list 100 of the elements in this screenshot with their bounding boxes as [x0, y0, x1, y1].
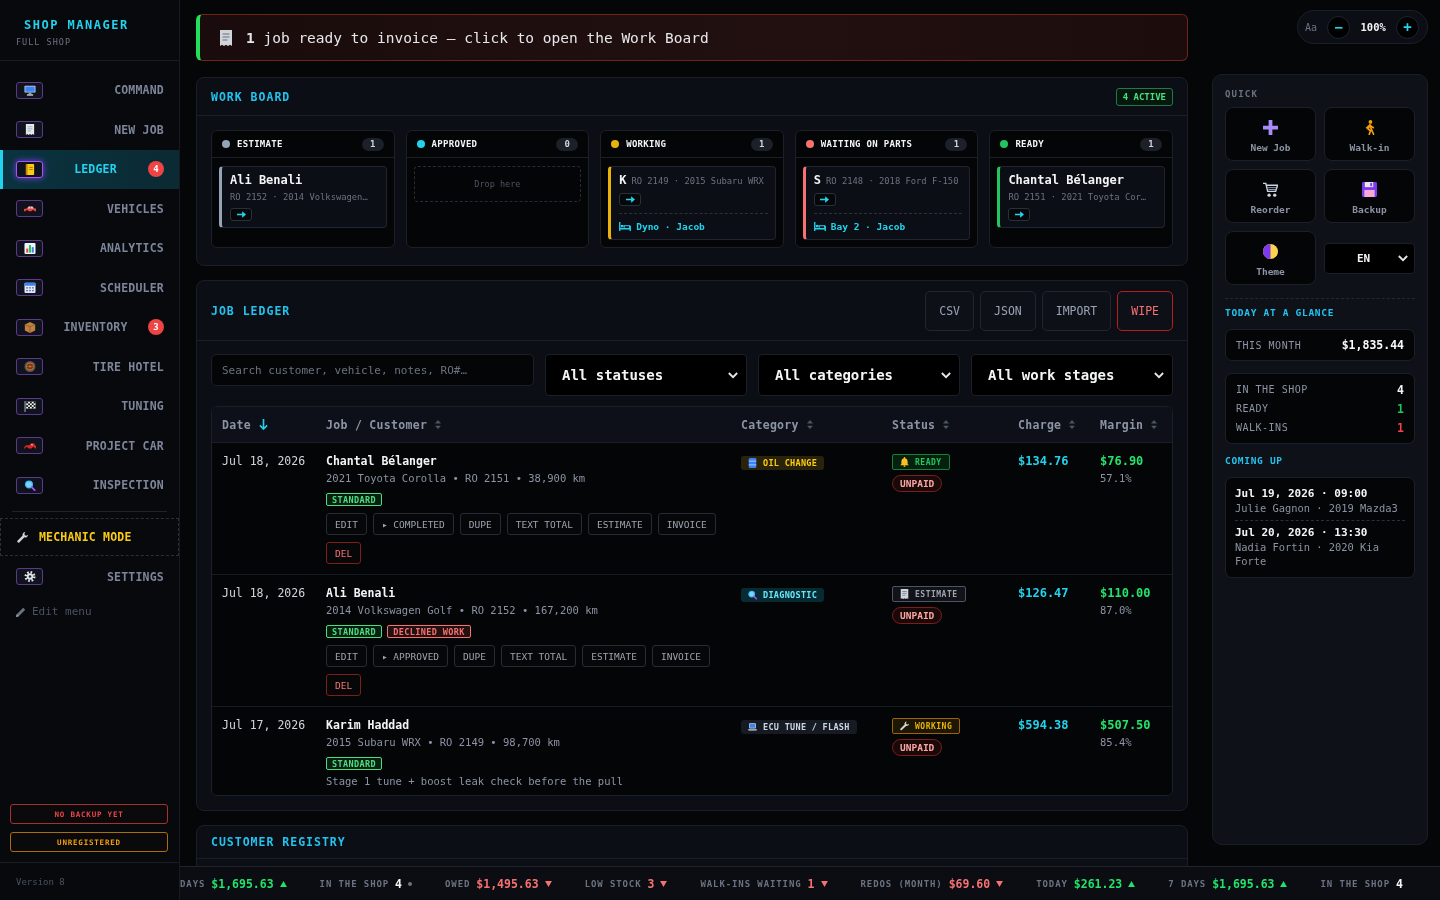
panel-heading: TODAY AT A GLANCE [1225, 307, 1335, 319]
quick-action-button[interactable]: New Job [1225, 107, 1316, 161]
ticker-value: 4 [395, 876, 403, 891]
nav-item[interactable]: PROJECT CAR [0, 426, 179, 466]
job-card[interactable]: K RO 2149 · 2015 Subaru WRX Dyno · Jacob [608, 166, 776, 240]
ticker-label: REDOS (MONTH) [860, 878, 943, 889]
row-action-button[interactable]: ESTIMATE [582, 645, 646, 667]
row-action-button[interactable]: ▸ COMPLETED [372, 513, 454, 535]
category-text: ECU TUNE / FLASH [763, 722, 850, 732]
ledger-action-button[interactable]: IMPORT [1041, 290, 1112, 331]
ledger-action-button[interactable]: JSON [980, 290, 1036, 331]
nav-item[interactable]: TIRE HOTEL [0, 347, 179, 387]
panel-heading: COMING UP [1225, 455, 1283, 467]
nav-item[interactable]: TUNING [0, 386, 179, 426]
row-action-button[interactable]: DUPE [454, 645, 495, 667]
row-action-button[interactable]: TEXT TOTAL [501, 645, 577, 667]
job-card[interactable]: Chantal Bélanger RO 2151 · 2021 Toyota Cor… [997, 166, 1165, 228]
row-action-button[interactable]: EDIT [326, 645, 367, 667]
bed-icon [813, 222, 826, 231]
column-header[interactable]: Charge [1018, 417, 1076, 432]
quick-action-button[interactable]: Backup [1324, 169, 1415, 223]
delete-button[interactable]: DEL [326, 542, 362, 564]
laptop-icon [748, 722, 757, 732]
ledger-action-button[interactable]: WIPE [1117, 290, 1173, 331]
ticker-value: 1 [807, 876, 815, 891]
appointment-detail: Julie Gagnon · 2019 Mazda3 [1235, 501, 1399, 515]
calendar-icon [16, 279, 43, 297]
job-card[interactable]: S RO 2148 · 2018 Ford F-150 Bay 2 · Jacob [802, 166, 971, 240]
row-action-button[interactable]: ESTIMATE [587, 513, 652, 535]
ticker-value: $69.60 [948, 876, 991, 891]
nav-item[interactable]: LEDGER 4 [0, 149, 179, 189]
status-text: READY [915, 457, 942, 467]
count-badge: 1 [361, 137, 384, 151]
quick-action-button[interactable]: Reorder [1225, 169, 1316, 223]
nav-item[interactable]: INSPECTION [0, 465, 179, 505]
quick-action-button[interactable]: Theme [1225, 231, 1316, 285]
stat-value: 1 [1397, 401, 1404, 416]
row-action-button[interactable]: INVOICE [651, 645, 710, 667]
appointment-time: Jul 19, 2026 · 09:00 [1235, 487, 1368, 501]
decrease-button[interactable]: − [1327, 15, 1351, 39]
advance-button[interactable] [230, 208, 252, 221]
bar-chart-icon [16, 239, 43, 257]
column-header[interactable]: Margin [1100, 417, 1158, 432]
ledger-action-button[interactable]: CSV [925, 290, 975, 331]
search-field[interactable]: Search customer, vehicle, notes, RO#… [211, 354, 534, 386]
job-detail: RO 2149 · 2015 Subaru WRX [631, 175, 764, 187]
nav-item[interactable]: COMMAND [0, 70, 179, 110]
language-select[interactable]: EN [1324, 242, 1415, 274]
nav-item[interactable]: SCHEDULER [0, 268, 179, 308]
filter-select[interactable]: All work stages [971, 354, 1173, 396]
settings-item[interactable]: SETTINGS [0, 557, 179, 597]
nav-item[interactable]: VEHICLES [0, 189, 179, 229]
filter-select[interactable]: All categories [758, 354, 960, 396]
ticker-label: IN THE SHOP [319, 878, 390, 889]
count-badge: 0 [556, 137, 579, 151]
invoice-alert-banner[interactable]: 1 job ready to invoice — click to open the Work Board [196, 14, 1188, 61]
stat-value: 4 [1397, 382, 1404, 397]
appointment-detail: Nadia Fortin · 2020 Kia Forte [1235, 540, 1380, 568]
job-card[interactable]: Ali Benali RO 2152 · 2014 Volkswagen… [219, 166, 387, 228]
chevron-down-icon [728, 371, 738, 379]
ticker-value: $261.23 [1073, 876, 1123, 891]
column-header[interactable]: Job / Customer [326, 417, 442, 432]
filter-select[interactable]: All statuses [545, 354, 747, 396]
column-header[interactable]: Category [741, 417, 813, 432]
mechanic-mode-button[interactable]: MECHANIC MODE [0, 518, 179, 556]
nav-item[interactable]: INVENTORY 3 [0, 307, 179, 347]
advance-button[interactable] [619, 193, 642, 206]
advance-button[interactable] [1008, 208, 1031, 221]
column-header[interactable]: Status [892, 417, 950, 432]
status-text: ESTIMATE [915, 589, 958, 599]
nav-item[interactable]: ANALYTICS [0, 228, 179, 268]
customer-name: Ali Benali [326, 585, 396, 601]
row-action-button[interactable]: EDIT [326, 513, 367, 535]
wrench-icon [17, 531, 28, 543]
section-title: WORK BOARD [211, 89, 291, 104]
charge-amount: $134.76 [1018, 453, 1069, 469]
nav-item[interactable]: NEW JOB [0, 110, 179, 150]
payment-status-badge: UNPAID [892, 739, 943, 756]
row-action-button[interactable]: INVOICE [657, 513, 716, 535]
advance-button[interactable] [813, 193, 836, 206]
version-label: Version 8 [16, 876, 65, 887]
customer-name: Karim Haddad [326, 717, 410, 733]
trend-down-icon [660, 880, 668, 887]
search-icon [16, 476, 43, 494]
margin-amount: $110.00 [1100, 585, 1151, 601]
row-action-button[interactable]: DUPE [459, 513, 501, 535]
chevron-down-icon [1398, 254, 1408, 262]
column-header[interactable]: Date [222, 417, 268, 432]
row-action-button[interactable]: ▸ APPROVED [372, 645, 449, 667]
row-action-button[interactable]: TEXT TOTAL [506, 513, 582, 535]
increase-button[interactable]: + [1396, 15, 1419, 39]
margin-amount: $76.90 [1100, 453, 1144, 469]
count-badge: 4 [148, 161, 164, 178]
job-detail: RO 2151 · 2021 Toyota Cor… [1008, 191, 1147, 203]
job-tag: STANDARD [326, 493, 383, 506]
customer-name: S [813, 173, 822, 188]
column-title: ESTIMATE [237, 139, 283, 149]
delete-button[interactable]: DEL [326, 674, 362, 696]
quick-action-button[interactable]: Walk-in [1324, 107, 1415, 161]
ticker-label: TODAY [1036, 878, 1068, 889]
